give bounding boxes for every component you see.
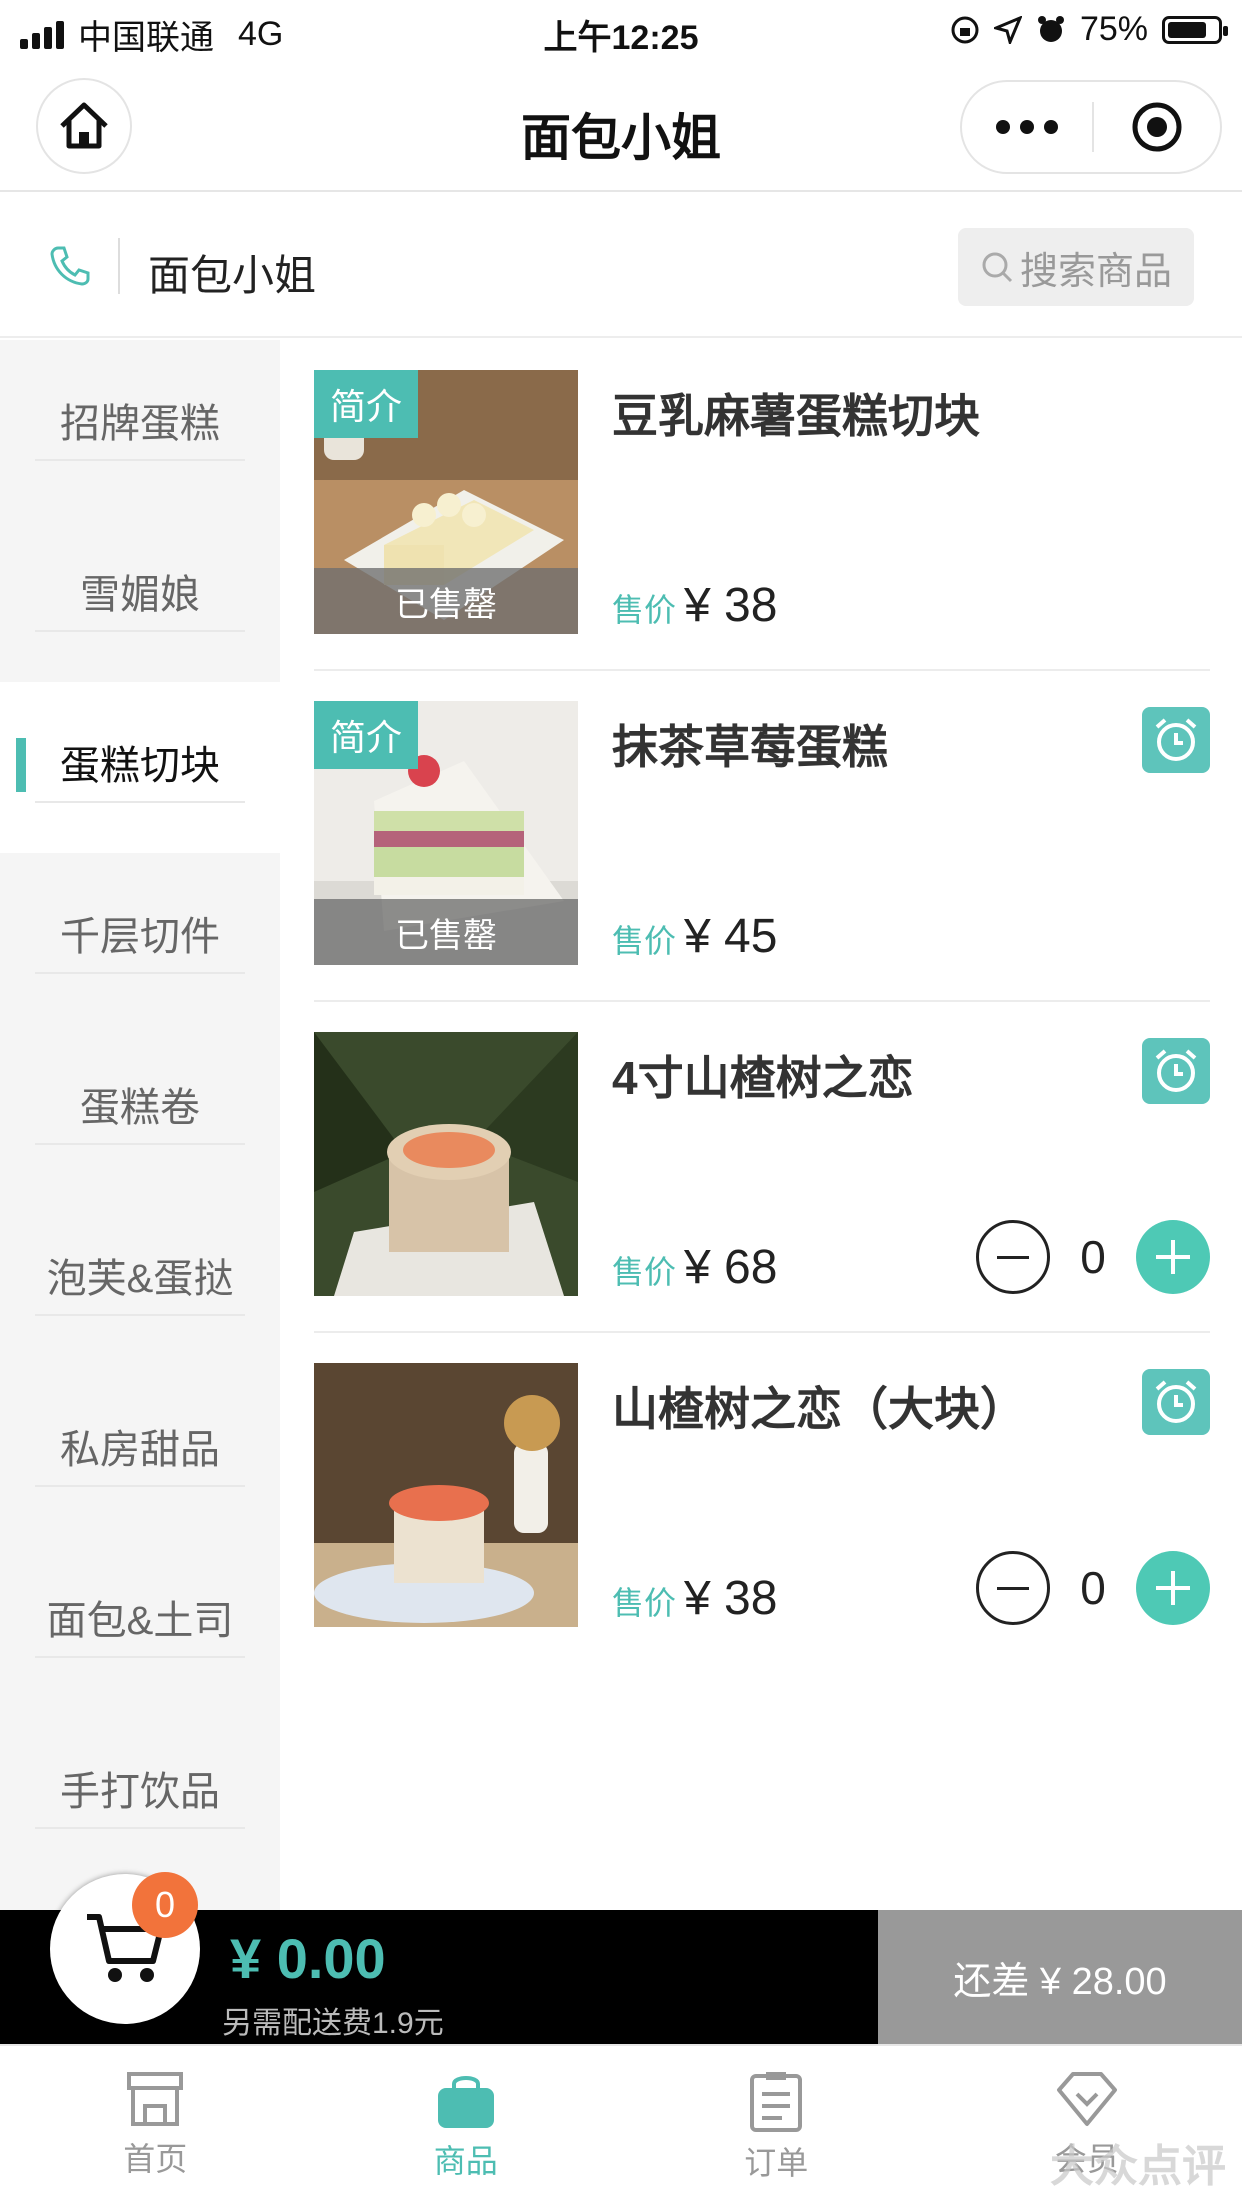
tab-products[interactable]: 商品	[311, 2046, 622, 2208]
quantity-value: 0	[1080, 1231, 1106, 1283]
store-icon	[127, 2072, 184, 2126]
category-item[interactable]: 泡芙&蛋挞	[0, 1195, 280, 1366]
price-label: 售价	[612, 1585, 677, 1621]
search-input[interactable]: 搜索商品	[958, 228, 1194, 306]
category-sidebar: 招牌蛋糕 雪媚娘 蛋糕切块 千层切件 蛋糕卷 泡芙&蛋挞 私房甜品 面包&土司 …	[0, 340, 280, 1910]
checkout-button[interactable]: 还差 ¥ 28.00	[878, 1910, 1242, 2044]
category-label: 招牌蛋糕	[35, 391, 245, 461]
category-item[interactable]: 雪媚娘	[0, 511, 280, 682]
cart-total: ¥ 0.00	[230, 1927, 386, 1990]
quantity-value: 0	[1080, 1562, 1106, 1614]
divider	[118, 238, 120, 294]
product-price: 售价 ¥ 38	[612, 578, 777, 633]
product-item[interactable]: 4寸山楂树之恋 售价 ¥ 68 0	[314, 1002, 1210, 1333]
cart-count-badge: 0	[132, 1872, 198, 1938]
intro-tag[interactable]: 简介	[314, 370, 419, 438]
cart-bar: 0 ¥ 0.00 另需配送费1.9元 还差 ¥ 28.00	[0, 1872, 1242, 2044]
decrease-button[interactable]	[976, 1220, 1050, 1294]
search-placeholder: 搜索商品	[1019, 250, 1172, 293]
category-item[interactable]: 蛋糕卷	[0, 1024, 280, 1195]
quantity-stepper: 0	[976, 1551, 1210, 1625]
tab-orders[interactable]: 订单	[621, 2046, 932, 2208]
nav-bar: 面包小姐	[0, 62, 1242, 192]
category-label: 手打饮品	[35, 1759, 245, 1829]
miniprogram-capsule	[960, 80, 1222, 174]
price-value: ¥ 38	[684, 1572, 778, 1625]
decrease-button[interactable]	[976, 1551, 1050, 1625]
clipboard-icon	[750, 2072, 803, 2132]
product-image[interactable]: 简介 已售罄	[314, 701, 578, 965]
diamond-icon	[1056, 2072, 1117, 2126]
alarm-icon	[1037, 15, 1064, 42]
category-item[interactable]: 私房甜品	[0, 1366, 280, 1537]
product-name: 抹茶草莓蛋糕	[612, 721, 888, 773]
search-icon	[982, 252, 1013, 283]
product-item[interactable]: 简介 已售罄 抹茶草莓蛋糕 售价 ¥ 45	[314, 671, 1210, 1002]
price-value: ¥ 45	[684, 910, 778, 963]
shopping-bag-icon	[437, 2076, 494, 2128]
shop-header: 面包小姐 搜索商品	[0, 194, 1242, 338]
phone-button[interactable]	[48, 244, 92, 293]
product-price: 售价 ¥ 45	[612, 909, 777, 964]
status-bar: 中国联通 4G 上午12:25 75%	[0, 0, 1242, 62]
category-label: 蛋糕卷	[35, 1075, 245, 1145]
tab-label: 首页	[123, 2141, 188, 2177]
category-item[interactable]: 千层切件	[0, 853, 280, 1024]
product-name: 4寸山楂树之恋	[612, 1052, 914, 1104]
product-name: 豆乳麻薯蛋糕切块	[612, 390, 980, 442]
battery-percent: 75%	[1079, 10, 1148, 48]
more-button[interactable]	[962, 120, 1092, 134]
tab-bar: 首页 商品 订单 会员 大众点评	[0, 2044, 1242, 2208]
sold-out-overlay: 已售罄	[314, 899, 578, 965]
battery-icon	[1162, 15, 1228, 44]
product-list: 简介 已售罄 豆乳麻薯蛋糕切块 售价 ¥ 38 简介 已售罄 抹茶草莓蛋糕 售价…	[314, 340, 1210, 1664]
alarm-clock-icon	[1155, 1380, 1197, 1423]
tab-label: 商品	[433, 2143, 498, 2179]
category-label: 雪媚娘	[35, 562, 245, 632]
category-label: 千层切件	[35, 904, 245, 974]
product-price: 售价 ¥ 68	[612, 1240, 777, 1295]
price-label: 售价	[612, 1254, 677, 1290]
product-price: 售价 ¥ 38	[612, 1571, 777, 1626]
category-label: 蛋糕切块	[35, 733, 245, 803]
alarm-clock-icon	[1155, 718, 1197, 761]
price-value: ¥ 68	[684, 1241, 778, 1294]
increase-button[interactable]	[1136, 1551, 1210, 1625]
reservation-button[interactable]	[1142, 1369, 1210, 1435]
product-image[interactable]: 简介 已售罄	[314, 370, 578, 634]
price-label: 售价	[612, 592, 677, 628]
quantity-stepper: 0	[976, 1220, 1210, 1294]
shop-name: 面包小姐	[148, 252, 317, 299]
category-label: 面包&土司	[35, 1588, 245, 1658]
increase-button[interactable]	[1136, 1220, 1210, 1294]
rotation-lock-icon	[951, 16, 979, 43]
status-right: 75%	[950, 10, 1228, 49]
product-name: 山楂树之恋（大块）	[612, 1383, 1026, 1435]
close-button[interactable]	[1094, 100, 1220, 154]
tab-label: 订单	[744, 2145, 809, 2181]
delivery-fee: 另需配送费1.9元	[222, 2007, 444, 2040]
phone-icon	[50, 246, 90, 286]
category-item[interactable]: 手打饮品	[0, 1708, 280, 1879]
alarm-clock-icon	[1155, 1049, 1197, 1092]
category-item[interactable]: 招牌蛋糕	[0, 340, 280, 511]
product-image[interactable]	[314, 1363, 578, 1627]
product-image[interactable]	[314, 1032, 578, 1296]
tab-home[interactable]: 首页	[0, 2046, 311, 2208]
location-icon	[993, 15, 1022, 44]
sold-out-overlay: 已售罄	[314, 568, 578, 634]
price-value: ¥ 38	[684, 579, 778, 632]
category-item-active[interactable]: 蛋糕切块	[0, 682, 280, 853]
category-item[interactable]: 面包&土司	[0, 1537, 280, 1708]
target-icon	[1132, 102, 1182, 152]
product-item[interactable]: 简介 已售罄 豆乳麻薯蛋糕切块 售价 ¥ 38	[314, 340, 1210, 671]
product-item[interactable]: 山楂树之恋（大块） 售价 ¥ 38 0	[314, 1333, 1210, 1664]
price-label: 售价	[612, 923, 677, 959]
category-label: 泡芙&蛋挞	[35, 1246, 245, 1316]
reservation-button[interactable]	[1142, 707, 1210, 773]
watermark: 大众点评	[1050, 2142, 1226, 2191]
reservation-button[interactable]	[1142, 1038, 1210, 1104]
category-label: 私房甜品	[35, 1417, 245, 1487]
intro-tag[interactable]: 简介	[314, 701, 419, 769]
